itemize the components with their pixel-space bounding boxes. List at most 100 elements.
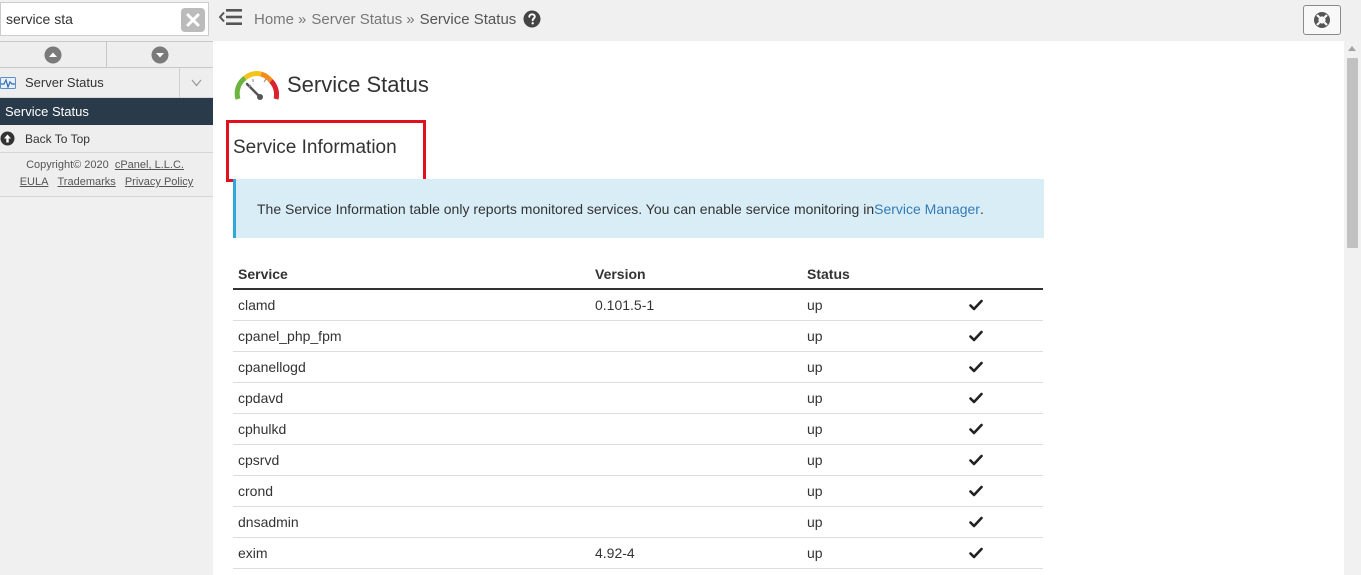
- service-manager-link[interactable]: Service Manager: [874, 201, 980, 217]
- menu-collapse-icon[interactable]: [219, 7, 243, 27]
- table-row: dnsadmin up: [233, 506, 1043, 538]
- table-row: cpanellogd up: [233, 351, 1043, 383]
- clear-search-button[interactable]: [181, 8, 205, 32]
- check-icon: [969, 454, 1043, 466]
- page-scrollbar[interactable]: [1344, 41, 1361, 575]
- section-title: Service Information: [233, 137, 397, 158]
- cell-version: [590, 382, 802, 414]
- check-icon: [969, 516, 1043, 528]
- table-header-row: Service Version Status: [233, 259, 1043, 290]
- back-to-top-link[interactable]: Back To Top: [0, 125, 213, 153]
- check-icon: [969, 485, 1043, 497]
- check-icon: [969, 299, 1043, 311]
- table-row: exim 4.92-4 up: [233, 537, 1043, 569]
- check-icon: [969, 361, 1043, 373]
- sidebar-nav-arrows: [0, 41, 213, 68]
- lifebuoy-icon: [1314, 12, 1330, 28]
- cell-status: up: [802, 506, 969, 538]
- scroll-up-button[interactable]: [0, 42, 106, 67]
- sidebar-footer: Copyright© 2020 cPanel, L.L.C. EULA Trad…: [0, 153, 213, 197]
- cell-service: cpsrvd: [233, 444, 590, 476]
- chevron-down-icon: [191, 79, 202, 86]
- cell-version: [590, 475, 802, 507]
- cell-service: dnsadmin: [233, 506, 590, 538]
- check-icon: [969, 330, 1043, 342]
- back-to-top-label: Back To Top: [25, 131, 90, 146]
- scrollbar-thumb[interactable]: [1347, 58, 1358, 248]
- sidebar-item-service-status[interactable]: Service Status: [0, 98, 213, 125]
- cell-version: [590, 444, 802, 476]
- cell-status-indicator: [969, 320, 1043, 352]
- cell-service: clamd: [233, 289, 590, 321]
- support-button[interactable]: [1303, 5, 1341, 35]
- cell-version: [590, 413, 802, 445]
- main-content: Service Status Service Information The S…: [213, 41, 1344, 575]
- cell-status: up: [802, 413, 969, 445]
- page-title: Service Status: [287, 72, 429, 97]
- search-input[interactable]: [0, 2, 209, 36]
- sidebar-group-server-status[interactable]: Server Status: [0, 67, 213, 98]
- cell-status: up: [802, 382, 969, 414]
- check-icon: [969, 423, 1043, 435]
- page-header: Service Status: [233, 65, 429, 105]
- cell-version: [590, 320, 802, 352]
- column-header-version: Version: [590, 259, 802, 290]
- cell-status: up: [802, 537, 969, 569]
- cell-service: exim: [233, 537, 590, 569]
- alert-text: The Service Information table only repor…: [257, 200, 875, 217]
- help-icon[interactable]: [523, 10, 541, 28]
- cell-status: up: [802, 475, 969, 507]
- cell-status-indicator: [969, 537, 1043, 569]
- arrow-up-circle-icon: [0, 131, 15, 146]
- column-header-status: Status: [802, 259, 969, 290]
- alert-end: .: [979, 200, 984, 217]
- cell-service: cpanel_php_fpm: [233, 320, 590, 352]
- breadcrumb-home[interactable]: Home: [254, 11, 294, 28]
- cell-version: [590, 506, 802, 538]
- cell-service: cpdavd: [233, 382, 590, 414]
- scroll-up-arrow[interactable]: [1348, 46, 1356, 51]
- cell-status-indicator: [969, 351, 1043, 383]
- cell-version: 0.101.5-1: [590, 289, 802, 321]
- scroll-down-button[interactable]: [106, 42, 213, 67]
- trademarks-link[interactable]: Trademarks: [58, 176, 116, 188]
- cell-status: up: [802, 320, 969, 352]
- table-row: cpsrvd up: [233, 444, 1043, 476]
- table-row: cphulkd up: [233, 413, 1043, 445]
- monitor-pulse-icon: [0, 76, 16, 89]
- breadcrumb: Home » Server Status » Service Status: [254, 10, 541, 28]
- sidebar: Server Status Service Status Back To Top…: [0, 0, 213, 575]
- sidebar-search: [0, 0, 213, 41]
- cell-version: [590, 351, 802, 383]
- gauge-icon: [234, 71, 280, 100]
- cell-service: crond: [233, 475, 590, 507]
- cell-status-indicator: [969, 506, 1043, 538]
- close-icon: [186, 13, 200, 27]
- info-alert: The Service Information table only repor…: [233, 179, 1044, 238]
- cell-status: up: [802, 289, 969, 321]
- copyright-text: Copyright© 2020: [26, 159, 109, 171]
- collapse-toggle[interactable]: [179, 67, 213, 98]
- privacy-policy-link[interactable]: Privacy Policy: [125, 176, 193, 188]
- cell-status: up: [802, 444, 969, 476]
- company-link[interactable]: cPanel, L.L.C.: [115, 159, 184, 171]
- breadcrumb-separator: »: [298, 10, 307, 28]
- cell-status-indicator: [969, 413, 1043, 445]
- check-icon: [969, 392, 1043, 404]
- breadcrumb-server-status[interactable]: Server Status: [311, 11, 402, 28]
- table-row: crond up: [233, 475, 1043, 507]
- cell-status-indicator: [969, 475, 1043, 507]
- service-information-table: Service Version Status clamd 0.101.5-1 up c…: [233, 259, 1043, 569]
- cell-status-indicator: [969, 382, 1043, 414]
- chevron-up-circle-icon: [44, 46, 62, 63]
- table-row: cpanel_php_fpm up: [233, 320, 1043, 352]
- cell-version: 4.92-4: [590, 537, 802, 569]
- chevron-down-circle-icon: [151, 46, 169, 63]
- eula-link[interactable]: EULA: [20, 176, 49, 188]
- cell-status-indicator: [969, 289, 1043, 321]
- breadcrumb-separator: »: [406, 10, 415, 28]
- cell-status-indicator: [969, 444, 1043, 476]
- sidebar-group-label: Server Status: [25, 75, 104, 90]
- column-header-indicator: [969, 259, 1043, 290]
- cell-status: up: [802, 351, 969, 383]
